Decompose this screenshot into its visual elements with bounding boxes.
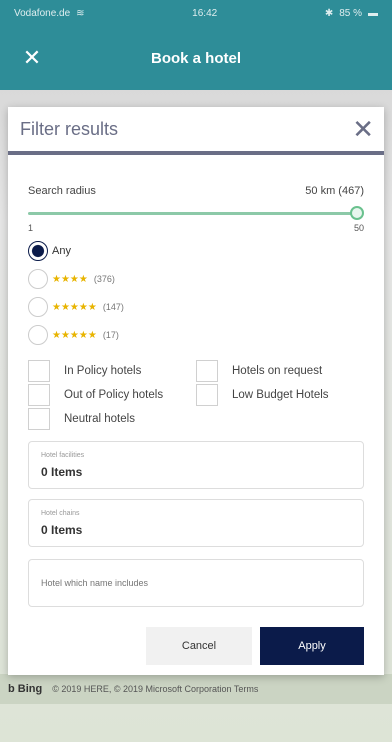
slider-min-label: 1 [28, 223, 34, 233]
star-rating-icon: ★★★★★ [52, 329, 97, 341]
checkbox-label: Low Budget Hotels [232, 389, 329, 401]
radio-button[interactable] [28, 269, 48, 289]
checkbox-out-of-policy[interactable]: Out of Policy hotels [28, 383, 196, 407]
clock-label: 16:42 [192, 7, 218, 19]
hotel-type-checkboxes: In Policy hotels Hotels on request Out o… [28, 359, 364, 431]
field-value: 0 Items [41, 464, 83, 479]
carrier-label: Vodafone.de [14, 7, 71, 19]
slider-track [28, 212, 362, 215]
search-radius-row: Search radius 50 km (467) [28, 185, 364, 197]
rating-option-5-stars-a[interactable]: ★★★★★ (147) [28, 293, 364, 321]
checkbox[interactable] [28, 360, 50, 382]
rating-option-label: Any [52, 245, 71, 257]
checkbox-label: In Policy hotels [64, 365, 142, 377]
apply-button[interactable]: Apply [260, 627, 364, 665]
checkbox-neutral[interactable]: Neutral hotels [28, 407, 196, 431]
wifi-icon: ≋ [76, 7, 85, 19]
dialog-title: Filter results [20, 118, 119, 139]
map-footer: b Bing © 2019 HERE, © 2019 Microsoft Cor… [0, 674, 392, 704]
checkbox[interactable] [28, 408, 50, 430]
field-value: 0 Items [41, 522, 83, 537]
checkbox[interactable] [196, 360, 218, 382]
rating-count: (17) [102, 330, 119, 340]
page-title: Book a hotel [150, 49, 241, 67]
status-bar: Vodafone.de ≋ 16:42 ✱ 85 % ▬ [0, 0, 392, 26]
radio-button[interactable] [28, 297, 48, 317]
checkbox-label: Out of Policy hotels [64, 389, 164, 401]
radio-button[interactable] [28, 325, 48, 345]
app-header: Vodafone.de ≋ 16:42 ✱ 85 % ▬ ✕ Book a ho… [0, 0, 392, 90]
rating-radio-group: Any ★★★★ (376) ★★★★★ (147) ★★★★★ (17) [28, 237, 364, 349]
field-label: Hotel chains [41, 509, 80, 517]
slider-max-label: 50 [353, 223, 364, 233]
dialog-actions: Cancel Apply [146, 627, 364, 665]
hotel-facilities-select[interactable]: Hotel facilities 0 Items [28, 441, 364, 489]
battery-icon: ▬ [368, 7, 378, 19]
bluetooth-icon: ✱ [324, 7, 334, 19]
cancel-button[interactable]: Cancel [146, 627, 252, 665]
checkbox-low-budget[interactable]: Low Budget Hotels [196, 383, 364, 407]
rating-count: (147) [102, 302, 124, 312]
checkbox[interactable] [28, 384, 50, 406]
filter-dialog: Filter results ✕ Search radius 50 km (46… [8, 107, 384, 675]
battery-label: 85 % [339, 7, 362, 19]
rating-count: (376) [93, 274, 115, 284]
search-radius-value: 50 km (467) [305, 185, 364, 197]
map-copyright: © 2019 HERE, © 2019 Microsoft Corporatio… [52, 684, 259, 694]
hotel-name-field[interactable] [28, 559, 364, 607]
bing-logo: b Bing [8, 683, 43, 695]
rating-option-4-stars[interactable]: ★★★★ (376) [28, 265, 364, 293]
slider-thumb[interactable] [350, 206, 364, 220]
field-label: Hotel facilities [41, 451, 85, 459]
checkbox-label: Neutral hotels [64, 413, 135, 425]
dialog-header: Filter results ✕ [8, 107, 384, 155]
search-radius-label: Search radius [28, 185, 96, 197]
radio-button[interactable] [28, 241, 48, 261]
checkbox[interactable] [196, 384, 218, 406]
star-rating-icon: ★★★★★ [52, 301, 97, 313]
checkbox-on-request[interactable]: Hotels on request [196, 359, 364, 383]
hotel-name-input[interactable] [41, 560, 351, 606]
slider-range-labels: 1 50 [28, 223, 364, 233]
checkbox-label: Hotels on request [232, 365, 323, 377]
close-icon[interactable]: ✕ [18, 44, 46, 72]
search-radius-slider[interactable] [28, 205, 364, 221]
hotel-chains-select[interactable]: Hotel chains 0 Items [28, 499, 364, 547]
dialog-close-icon[interactable]: ✕ [352, 116, 374, 142]
rating-option-5-stars-b[interactable]: ★★★★★ (17) [28, 321, 364, 349]
checkbox-in-policy[interactable]: In Policy hotels [28, 359, 196, 383]
rating-option-any[interactable]: Any [28, 237, 364, 265]
star-rating-icon: ★★★★ [52, 273, 88, 285]
